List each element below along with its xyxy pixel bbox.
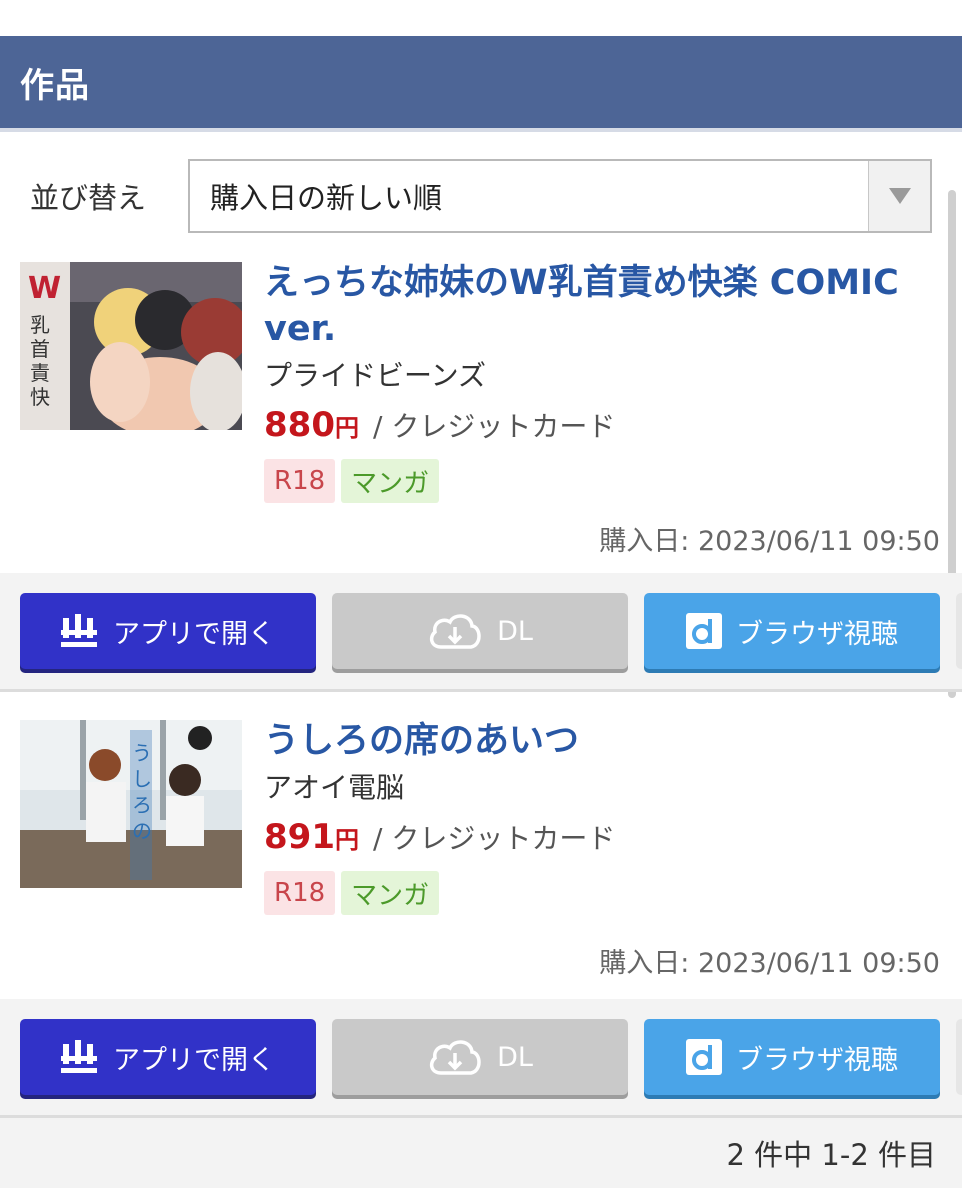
download-label: DL bbox=[497, 615, 533, 647]
product-meta: うしろの席のあいつ アオイ電脳 891円 / クレジットカード R18 マンガ bbox=[242, 718, 942, 915]
thumbnail-image-1: W 乳 首 責 快 bbox=[20, 262, 242, 430]
payment-method: / クレジットカード bbox=[372, 410, 616, 443]
svg-text:う: う bbox=[132, 741, 152, 765]
tag-manga: マンガ bbox=[341, 871, 440, 915]
action-buttons: アプリで開く DL ブラウザ視聴 bbox=[0, 999, 962, 1118]
svg-text:乳: 乳 bbox=[30, 313, 50, 337]
open-in-app-label: アプリで開く bbox=[113, 1044, 275, 1076]
svg-text:の: の bbox=[132, 819, 152, 843]
product-info: う し ろ の うしろの席のあいつ アオイ電脳 891円 / クレジットカード R… bbox=[0, 718, 962, 915]
svg-text:し: し bbox=[132, 767, 152, 791]
thumbnail-image-2: う し ろ の bbox=[20, 720, 242, 888]
svg-text:快: 快 bbox=[30, 385, 50, 409]
open-in-app-button[interactable]: アプリで開く bbox=[20, 593, 316, 669]
sort-row: 並び替え 購入日の新しい順 bbox=[0, 132, 962, 260]
sort-dropdown-button[interactable] bbox=[868, 161, 930, 231]
tag-list: R18 マンガ bbox=[264, 871, 942, 915]
tag-r18: R18 bbox=[264, 459, 336, 503]
open-in-app-label: アプリで開く bbox=[113, 618, 275, 650]
product-info: W 乳 首 責 快 えっちな姉妹のW乳首責め快楽 COMIC ver. プライド… bbox=[0, 260, 962, 503]
download-button[interactable]: DL bbox=[332, 1019, 628, 1095]
product-thumbnail[interactable]: W 乳 首 責 快 bbox=[20, 262, 242, 430]
browser-d-icon bbox=[686, 1039, 722, 1075]
purchase-date: 購入日: 2023/06/11 09:50 bbox=[599, 526, 940, 557]
tag-list: R18 マンガ bbox=[264, 459, 942, 503]
product-item: W 乳 首 責 快 えっちな姉妹のW乳首責め快楽 COMIC ver. プライド… bbox=[0, 260, 962, 692]
svg-text:責: 責 bbox=[30, 361, 50, 385]
product-thumbnail[interactable]: う し ろ の bbox=[20, 720, 242, 888]
product-title[interactable]: うしろの席のあいつ bbox=[264, 718, 942, 764]
pagination-text: 2 件中 1-2 件目 bbox=[726, 1138, 936, 1172]
payment-method: / クレジットカード bbox=[372, 822, 616, 855]
price-row: 880円 / クレジットカード bbox=[264, 400, 942, 453]
product-circle[interactable]: アオイ電脳 bbox=[264, 764, 942, 812]
sort-selected-value: 購入日の新しい順 bbox=[210, 181, 443, 215]
browser-view-button[interactable]: ブラウザ視聴 bbox=[644, 593, 940, 669]
download-label: DL bbox=[497, 1041, 533, 1073]
product-title[interactable]: えっちな姉妹のW乳首責め快楽 COMIC ver. bbox=[264, 260, 942, 352]
action-buttons: アプリで開く DL ブラウザ視聴 bbox=[0, 573, 962, 692]
section-header: 作品 bbox=[0, 36, 962, 132]
svg-text:ろ: ろ bbox=[132, 793, 152, 817]
app-logo-icon bbox=[61, 1040, 97, 1073]
product-price: 891 bbox=[264, 817, 335, 857]
svg-text:W: W bbox=[28, 271, 61, 306]
purchase-date: 購入日: 2023/06/11 09:50 bbox=[599, 948, 940, 979]
page-title: 作品 bbox=[20, 65, 90, 106]
app-logo-icon bbox=[61, 614, 97, 647]
product-item: う し ろ の うしろの席のあいつ アオイ電脳 891円 / クレジットカード R… bbox=[0, 718, 962, 1118]
browser-view-button[interactable]: ブラウザ視聴 bbox=[644, 1019, 940, 1095]
price-row: 891円 / クレジットカード bbox=[264, 812, 942, 865]
cloud-download-icon bbox=[429, 1040, 481, 1075]
svg-text:首: 首 bbox=[30, 337, 50, 361]
more-actions-edge[interactable] bbox=[956, 1019, 962, 1095]
sort-label: 並び替え bbox=[30, 181, 147, 215]
price-currency: 円 bbox=[334, 826, 359, 854]
triangle-down-icon bbox=[888, 188, 911, 204]
browser-view-label: ブラウザ視聴 bbox=[736, 618, 898, 650]
more-actions-edge[interactable] bbox=[956, 593, 962, 669]
price-currency: 円 bbox=[334, 414, 359, 442]
open-in-app-button[interactable]: アプリで開く bbox=[20, 1019, 316, 1095]
top-gap bbox=[0, 0, 962, 36]
browser-d-icon bbox=[686, 613, 722, 649]
product-circle[interactable]: プライドビーンズ bbox=[264, 352, 942, 400]
cloud-download-icon bbox=[429, 614, 481, 649]
tag-r18: R18 bbox=[264, 871, 336, 915]
tag-manga: マンガ bbox=[341, 459, 440, 503]
product-price: 880 bbox=[264, 405, 335, 445]
download-button[interactable]: DL bbox=[332, 593, 628, 669]
browser-view-label: ブラウザ視聴 bbox=[736, 1044, 898, 1076]
sort-select[interactable]: 購入日の新しい順 bbox=[188, 159, 932, 233]
pagination-summary: 2 件中 1-2 件目 bbox=[0, 1118, 962, 1188]
product-meta: えっちな姉妹のW乳首責め快楽 COMIC ver. プライドビーンズ 880円 /… bbox=[242, 260, 942, 503]
